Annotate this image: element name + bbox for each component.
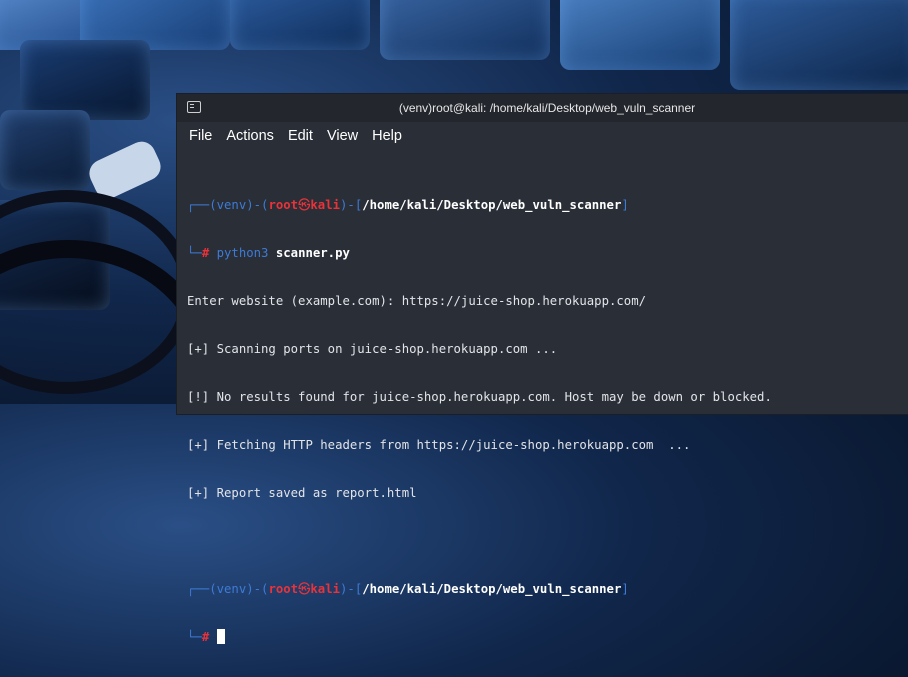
menu-edit[interactable]: Edit [288,128,313,144]
command-name: python3 [216,246,269,260]
prompt-user: root [268,582,299,596]
output-line: [+] Fetching HTTP headers from https://j… [187,438,691,452]
input-line[interactable]: └─# [187,629,908,645]
output-line: [+] Scanning ports on juice-shop.herokua… [187,342,558,356]
venv-label: (venv) [209,198,254,212]
prompt-hash: # [201,630,210,644]
terminal-screen[interactable]: ┌──(venv)-(root㉿kali)-[/home/kali/Deskto… [177,150,908,677]
window-title: (venv)root@kali: /home/kali/Desktop/web_… [398,101,696,115]
menu-file[interactable]: File [189,128,212,144]
prompt-path: /home/kali/Desktop/web_vuln_scanner [362,198,622,212]
output-line: [!] No results found for juice-shop.hero… [187,390,772,404]
title-bar[interactable]: (venv)root@kali: /home/kali/Desktop/web_… [177,94,908,122]
terminal-icon [187,101,201,113]
terminal-window[interactable]: (venv)root@kali: /home/kali/Desktop/web_… [176,93,908,644]
venv-label: (venv) [209,582,254,596]
text-cursor [216,629,225,644]
command-line: └─# python3 scanner.py [187,246,350,260]
menu-help[interactable]: Help [372,128,402,144]
prompt-host: kali [310,582,341,596]
menu-bar: File Actions Edit View Help [177,122,908,150]
prompt-path: /home/kali/Desktop/web_vuln_scanner [362,582,622,596]
menu-actions[interactable]: Actions [226,128,274,144]
prompt-line: ┌──(venv)-(root㉿kali)-[/home/kali/Deskto… [187,582,629,596]
command-argument: scanner.py [275,246,350,260]
prompt-user: root [268,198,299,212]
prompt-host: kali [310,198,341,212]
prompt-line: ┌──(venv)-(root㉿kali)-[/home/kali/Deskto… [187,198,629,212]
kali-symbol-icon: ㉿ [298,582,311,596]
prompt-hash: # [201,246,210,260]
output-line: Enter website (example.com): https://jui… [187,294,647,308]
output-line: [+] Report saved as report.html [187,486,417,500]
kali-symbol-icon: ㉿ [298,198,311,212]
menu-view[interactable]: View [327,128,358,144]
